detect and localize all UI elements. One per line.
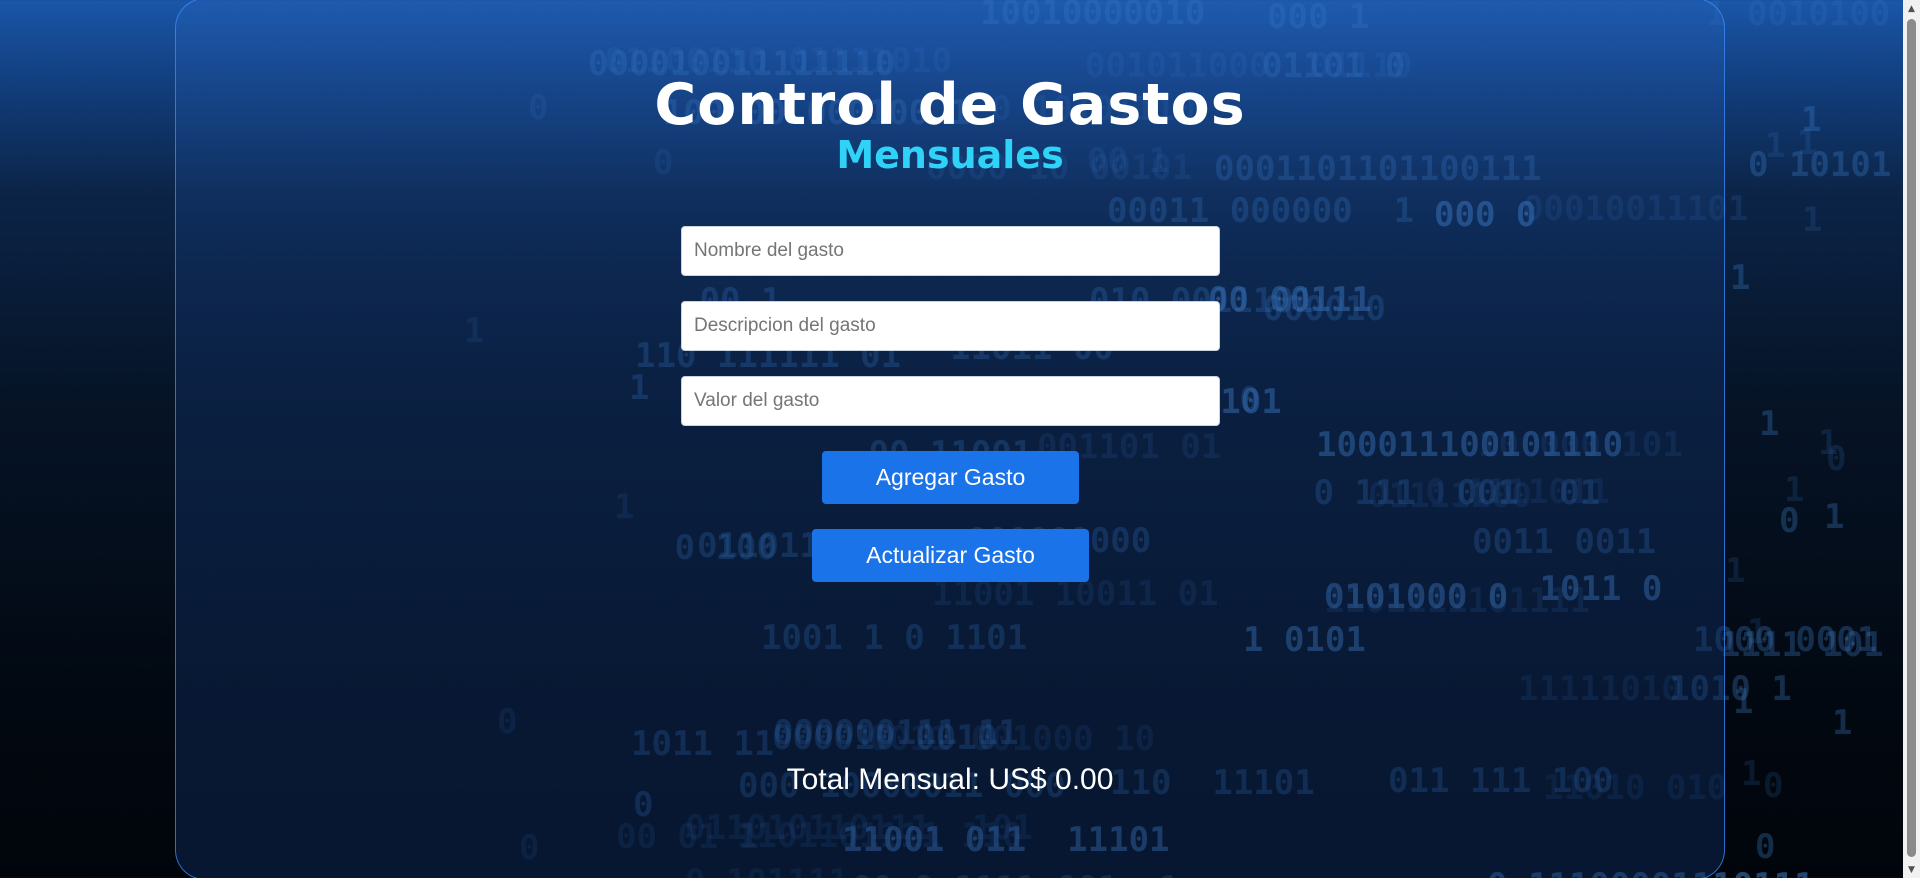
chevron-up-icon[interactable]: ▲	[1903, 0, 1920, 17]
binary-digit: 1	[1765, 126, 1786, 166]
binary-digit: 1	[1801, 100, 1822, 140]
binary-digit: 1	[1747, 612, 1768, 652]
binary-digit: 1	[1784, 470, 1805, 510]
monthly-total: Total Mensual: US$ 0.00	[786, 763, 1114, 796]
expense-description-input[interactable]	[681, 301, 1220, 351]
binary-digit: 0	[1779, 501, 1800, 541]
binary-digit: 1	[1824, 497, 1845, 537]
binary-text: 1 0010100	[1706, 0, 1891, 34]
binary-digit: 1	[1797, 123, 1818, 163]
page: { "header": { "title": "Control de Gasto…	[0, 0, 1920, 878]
chevron-down-icon[interactable]: ▼	[1903, 861, 1920, 878]
page-subtitle: Mensuales	[836, 133, 1064, 177]
scrollbar-thumb[interactable]	[1907, 19, 1916, 857]
content-area: Control de Gastos Mensuales Agregar Gast…	[175, 0, 1725, 878]
binary-digit: 1	[1759, 404, 1780, 444]
update-expense-button[interactable]: Actualizar Gasto	[812, 529, 1089, 582]
binary-digit: 1	[1802, 200, 1823, 240]
page-title: Control de Gastos	[654, 72, 1246, 138]
binary-digit: 0	[1763, 766, 1784, 806]
expense-name-input[interactable]	[681, 226, 1220, 276]
binary-digit: 1	[1818, 423, 1839, 463]
binary-text: 1111 101	[1720, 625, 1884, 665]
add-expense-button[interactable]: Agregar Gasto	[822, 451, 1079, 504]
binary-digit: 0	[1755, 827, 1776, 867]
binary-digit: 1	[1730, 258, 1751, 298]
binary-digit: 1	[1741, 754, 1762, 794]
binary-digit: 1	[1733, 682, 1754, 722]
binary-digit: 1	[1832, 703, 1853, 743]
binary-text: 0 10101	[1748, 145, 1892, 185]
vertical-scrollbar[interactable]: ▲ ▼	[1903, 0, 1920, 878]
binary-digit: 0	[1826, 439, 1847, 479]
binary-digit: 1	[1725, 551, 1746, 591]
expense-value-input[interactable]	[681, 376, 1220, 426]
